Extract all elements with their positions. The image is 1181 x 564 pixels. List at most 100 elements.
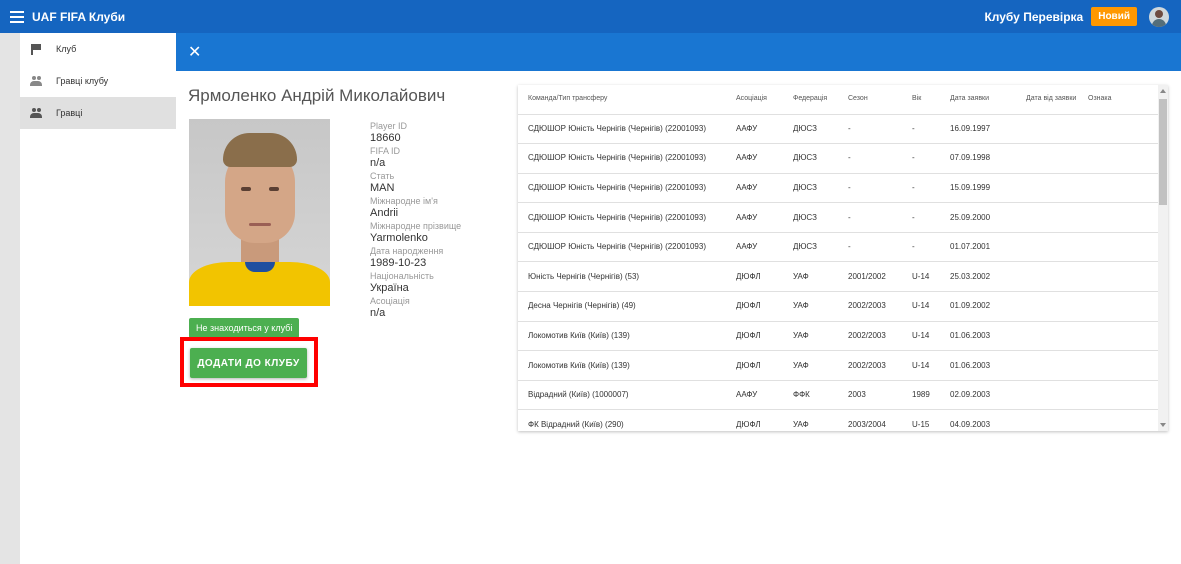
table-cell: Десна Чернігів (Чернігів) (49) xyxy=(518,291,726,322)
table-row[interactable]: Десна Чернігів (Чернігів) (49) ДЮФЛ УАФ 200… xyxy=(518,291,1158,322)
fifa-id-label: FIFA ID xyxy=(370,146,401,156)
table-row[interactable]: СДЮШОР Юність Чернігів (Чернігів) (22001… xyxy=(518,114,1158,145)
sidebar-item-club[interactable]: Клуб xyxy=(20,33,176,65)
table-cell: 2003 xyxy=(838,380,902,411)
table-cell: ДЮФЛ xyxy=(726,350,783,381)
column-header[interactable]: Федерація xyxy=(783,85,838,115)
table-cell: ДЮФЛ xyxy=(726,291,783,322)
table-cell xyxy=(1078,321,1158,352)
table-cell: 04.09.2003 xyxy=(940,409,1016,431)
table-cell: УАФ xyxy=(783,350,838,381)
table-scrollbar[interactable] xyxy=(1158,85,1168,431)
table-cell xyxy=(1078,173,1158,204)
table-cell xyxy=(1078,409,1158,431)
birth-date-value: 1989-10-23 xyxy=(370,257,427,269)
scroll-up-icon[interactable] xyxy=(1160,89,1166,93)
table-cell xyxy=(1016,350,1078,381)
table-row[interactable]: ФК Відрадний (Київ) (290) ДЮФЛ УАФ 2003/200… xyxy=(518,409,1158,431)
table-cell: 2003/2004 xyxy=(838,409,902,431)
association-label: Асоціація xyxy=(370,296,410,306)
player-id-value: 18660 xyxy=(370,132,401,144)
table-cell: УАФ xyxy=(783,321,838,352)
menu-icon[interactable] xyxy=(10,10,24,23)
table-cell xyxy=(1078,143,1158,174)
column-header[interactable]: Ознака xyxy=(1078,85,1158,115)
association-value: n/a xyxy=(370,307,386,319)
table-cell: 01.07.2001 xyxy=(940,232,1016,263)
table-cell: 01.06.2003 xyxy=(940,321,1016,352)
table-cell: СДЮШОР Юність Чернігів (Чернігів) (22001… xyxy=(518,114,726,145)
table-cell: ДЮСЗ xyxy=(783,143,838,174)
table-row[interactable]: Локомотив Київ (Київ) (139) ДЮФЛ УАФ 2002/2… xyxy=(518,350,1158,381)
close-icon[interactable]: ✕ xyxy=(188,42,201,62)
table-cell: 02.09.2003 xyxy=(940,380,1016,411)
table-cell: - xyxy=(902,114,940,145)
scroll-down-icon[interactable] xyxy=(1160,423,1166,427)
table-cell: ДЮСЗ xyxy=(783,114,838,145)
table-row[interactable]: Юність Чернігів (Чернігів) (53) ДЮФЛ УАФ 20… xyxy=(518,261,1158,293)
table-cell: УАФ xyxy=(783,291,838,322)
sidebar-item-club-players[interactable]: Гравці клубу xyxy=(20,65,176,97)
table-cell: ФК Відрадний (Київ) (290) xyxy=(518,409,726,431)
table-cell: - xyxy=(902,202,940,233)
column-header[interactable]: Команда/Тип трансферу xyxy=(518,85,726,115)
table-cell: U-15 xyxy=(902,409,940,431)
table-cell: U-14 xyxy=(902,261,940,293)
fifa-id-value: n/a xyxy=(370,157,386,169)
sidebar-item-players[interactable]: Гравці xyxy=(20,97,176,129)
player-id-label: Player ID xyxy=(370,121,408,131)
table-row[interactable]: СДЮШОР Юність Чернігів (Чернігів) (22001… xyxy=(518,202,1158,233)
table-cell xyxy=(1016,321,1078,352)
table-row[interactable]: СДЮШОР Юність Чернігів (Чернігів) (22001… xyxy=(518,232,1158,263)
column-header[interactable]: Сезон xyxy=(838,85,902,115)
table-row[interactable]: СДЮШОР Юність Чернігів (Чернігів) (22001… xyxy=(518,173,1158,204)
table-cell xyxy=(1016,173,1078,204)
gender-label: Стать xyxy=(370,171,395,181)
intl-name-value: Andrii xyxy=(370,207,399,219)
column-header[interactable]: Асоціація xyxy=(726,85,783,115)
table-cell: 25.03.2002 xyxy=(940,261,1016,293)
table-row[interactable]: СДЮШОР Юність Чернігів (Чернігів) (22001… xyxy=(518,143,1158,174)
table-cell: - xyxy=(838,143,902,174)
people-icon xyxy=(30,76,42,86)
table-cell: - xyxy=(838,114,902,145)
table-cell: U-14 xyxy=(902,350,940,381)
new-button[interactable]: Новий xyxy=(1091,7,1137,26)
column-header[interactable]: Вік xyxy=(902,85,940,115)
nationality-label: Національність xyxy=(370,271,434,281)
table-cell: СДЮШОР Юність Чернігів (Чернігів) (22001… xyxy=(518,173,726,204)
column-header[interactable]: Дата від заявки xyxy=(1016,85,1078,115)
table-cell: 01.09.2002 xyxy=(940,291,1016,322)
table-cell: 2001/2002 xyxy=(838,261,902,293)
table-cell: ДЮСЗ xyxy=(783,232,838,263)
table-cell xyxy=(1016,232,1078,263)
birth-date-label: Дата народження xyxy=(370,246,444,256)
table-cell: ААФУ xyxy=(726,173,783,204)
table-cell: ДЮСЗ xyxy=(783,202,838,233)
player-dialog: ✕ Ярмоленко Андрій Миколайович Не знаход… xyxy=(176,33,1181,564)
table-cell: - xyxy=(838,232,902,263)
table-cell xyxy=(1078,232,1158,263)
scroll-thumb[interactable] xyxy=(1159,99,1167,205)
table-cell: 07.09.1998 xyxy=(940,143,1016,174)
sidebar: Клуб Гравці клубу Гравці xyxy=(20,33,176,564)
table-cell: - xyxy=(902,143,940,174)
table-row[interactable]: Локомотив Київ (Київ) (139) ДЮФЛ УАФ 2002/2… xyxy=(518,321,1158,352)
table-cell: 15.09.1999 xyxy=(940,173,1016,204)
table-cell: ДЮСЗ xyxy=(783,173,838,204)
table-row[interactable]: Відрадний (Київ) (1000007) ААФУ ФФК 2003 198… xyxy=(518,380,1158,411)
user-avatar-icon[interactable] xyxy=(1149,6,1169,27)
table-cell: ДЮФЛ xyxy=(726,261,783,293)
column-header[interactable]: Дата заявки xyxy=(940,85,1016,115)
table-cell: ААФУ xyxy=(726,202,783,233)
nationality-value: Україна xyxy=(370,282,409,294)
table-cell: ААФУ xyxy=(726,380,783,411)
table-cell: ААФУ xyxy=(726,114,783,145)
sidebar-item-label: Гравці xyxy=(56,108,83,118)
table-cell xyxy=(1016,143,1078,174)
table-cell xyxy=(1016,291,1078,322)
table-cell xyxy=(1016,261,1078,293)
add-to-club-button[interactable]: ДОДАТИ ДО КЛУБУ xyxy=(190,348,307,378)
table-cell: 2002/2003 xyxy=(838,321,902,352)
table-cell: УАФ xyxy=(783,261,838,293)
